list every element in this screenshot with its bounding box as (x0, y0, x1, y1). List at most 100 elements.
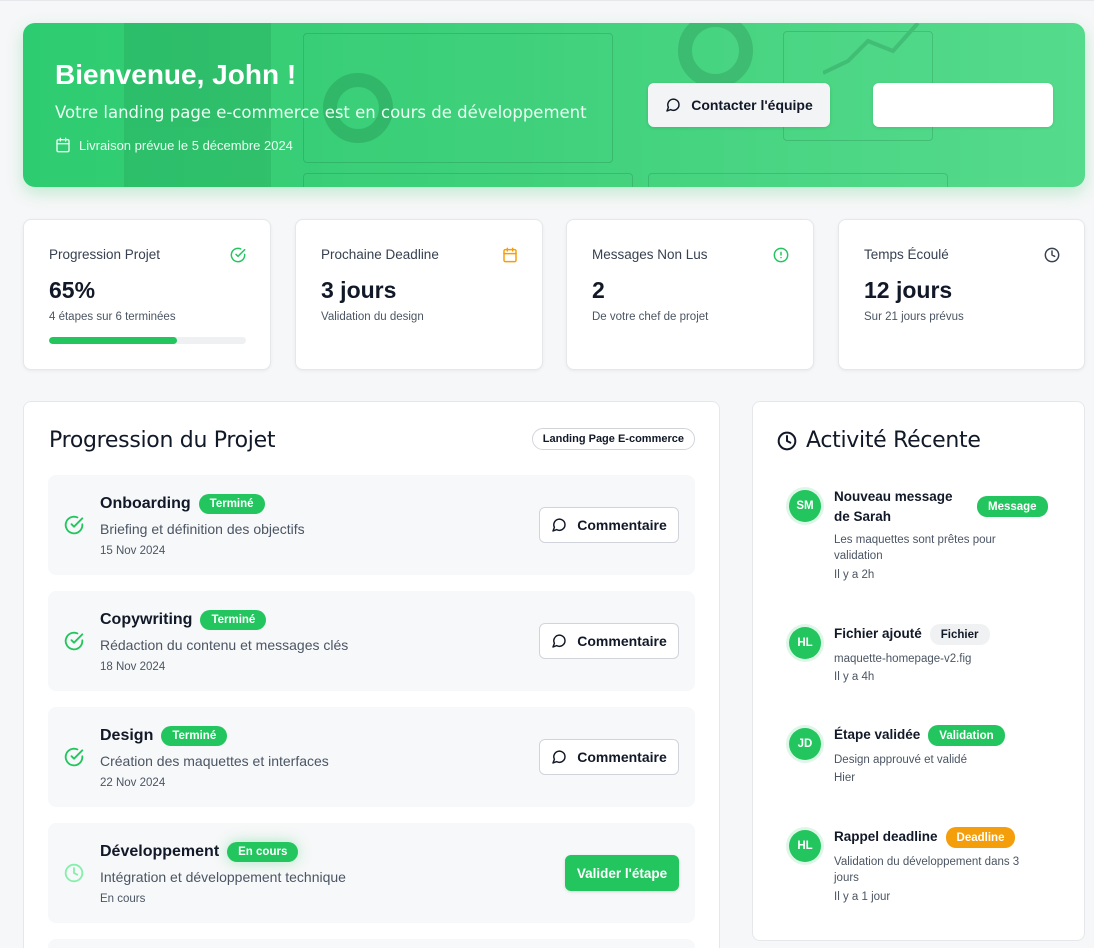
step-name: Copywriting (100, 611, 193, 628)
status-badge: Terminé (161, 726, 228, 746)
activity-time: Hier (834, 772, 856, 784)
project-progress-panel: Progression du Projet Landing Page E-com… (23, 401, 720, 948)
message-circle-icon (551, 633, 567, 649)
step-description: Briefing et définition des objectifs (100, 521, 305, 537)
step-copywriting: Copywriting Terminé Rédaction du contenu… (48, 591, 695, 691)
status-badge: En cours (227, 842, 299, 862)
contact-team-button[interactable]: Contacter l'équipe (648, 83, 830, 127)
delivery-date: Livraison prévue le 5 décembre 2024 (55, 137, 293, 153)
comment-button[interactable]: Commentaire (539, 507, 679, 543)
activity-description: maquette-homepage-v2.fig (834, 653, 972, 665)
stat-title: Prochaine Deadline (321, 247, 439, 262)
project-type-tag: Landing Page E-commerce (531, 428, 695, 450)
activity-title: Fichier ajouté (834, 626, 922, 641)
step-name: Développement (100, 843, 220, 860)
delivery-date-text: Livraison prévue le 5 décembre 2024 (79, 137, 293, 153)
stat-value: 2 (592, 277, 605, 303)
activity-time: Il y a 1 jour (834, 891, 891, 903)
calendar-icon (502, 247, 518, 263)
step-development: Développement En cours Intégration et dé… (48, 823, 695, 923)
activity-description: Design approuvé et validé (834, 754, 967, 766)
avatar: HL (789, 627, 821, 659)
step-date: 22 Nov 2024 (100, 777, 166, 789)
avatar: SM (789, 490, 821, 522)
step-design: Design Terminé Création des maquettes et… (48, 707, 695, 807)
recent-activity-header: Activité Récente (777, 428, 981, 453)
step-date: 18 Nov 2024 (100, 661, 166, 673)
activity-item[interactable]: HL Rappel deadline Deadline Validation d… (789, 827, 1059, 917)
activity-title: Étape validée (834, 727, 921, 742)
step-date: 15 Nov 2024 (100, 545, 166, 557)
activity-item[interactable]: HL Fichier ajouté Fichier maquette-homep… (789, 624, 1059, 694)
comment-label: Commentaire (577, 749, 667, 765)
step-description: Intégration et développement technique (100, 869, 346, 885)
step-header: Onboarding Terminé (100, 494, 265, 514)
check-circle-icon (64, 515, 84, 535)
stat-card-messages: Messages Non Lus 2 De votre chef de proj… (566, 219, 814, 370)
project-progress-title: Progression du Projet (49, 428, 276, 453)
activity-header: Rappel deadline Deadline (834, 827, 1059, 848)
stat-description: Validation du design (321, 311, 424, 323)
comment-button[interactable]: Commentaire (539, 623, 679, 659)
comment-label: Commentaire (577, 633, 667, 649)
activity-description: Les maquettes sont prêtes pour validatio… (834, 534, 996, 562)
stat-value: 65% (49, 277, 96, 303)
step-description: Création des maquettes et interfaces (100, 753, 329, 769)
message-circle-icon (665, 97, 681, 113)
step-header: Design Terminé (100, 726, 228, 746)
stat-card-deadline: Prochaine Deadline 3 jours Validation du… (295, 219, 543, 370)
activity-badge: Message (977, 496, 1048, 517)
step-date: En cours (100, 893, 146, 905)
stat-description: Sur 21 jours prévus (864, 311, 964, 323)
welcome-title: Bienvenue, John ! (55, 59, 297, 90)
clock-icon (64, 863, 84, 883)
top-divider (0, 0, 1094, 1)
status-badge: Terminé (200, 610, 267, 630)
welcome-banner: Bienvenue, John ! Votre landing page e-c… (23, 23, 1085, 187)
activity-badge: Fichier (929, 624, 990, 645)
check-circle-icon (64, 631, 84, 651)
check-circle-icon (230, 247, 246, 263)
alert-circle-icon (773, 247, 789, 263)
activity-time: Il y a 4h (834, 671, 875, 683)
activity-title: Rappel deadline (834, 829, 938, 844)
contact-team-label: Contacter l'équipe (691, 97, 813, 113)
activity-title: Nouveau message de Sarah (834, 489, 953, 524)
stat-card-progress: Progression Projet 65% 4 étapes sur 6 te… (23, 219, 271, 370)
message-circle-icon (551, 749, 567, 765)
step-next (48, 939, 695, 948)
stat-description: De votre chef de projet (592, 311, 709, 323)
progress-bar (49, 337, 246, 344)
welcome-subtitle: Votre landing page e-commerce est en cou… (55, 103, 587, 122)
stat-title: Messages Non Lus (592, 247, 708, 262)
activity-header: Nouveau message de Sarah Message (834, 487, 1059, 527)
stat-title: Progression Projet (49, 247, 161, 262)
stat-description: 4 étapes sur 6 terminées (49, 311, 176, 323)
status-badge: Terminé (198, 494, 265, 514)
comment-button[interactable]: Commentaire (539, 739, 679, 775)
step-description: Rédaction du contenu et messages clés (100, 637, 349, 653)
avatar: HL (789, 830, 821, 862)
step-onboarding: Onboarding Terminé Briefing et définitio… (48, 475, 695, 575)
recent-activity-panel: Activité Récente SM Nouveau message de S… (752, 401, 1085, 941)
stat-value: 3 jours (321, 277, 397, 303)
clock-icon (1044, 247, 1060, 263)
progress-bar-fill (49, 337, 178, 344)
stat-title: Temps Écoulé (864, 247, 949, 262)
step-header: Développement En cours (100, 842, 299, 862)
recent-activity-title: Activité Récente (806, 428, 981, 453)
secondary-action-button[interactable] (873, 83, 1053, 127)
activity-description: Validation du développement dans 3 jours (834, 856, 1020, 884)
step-name: Onboarding (100, 495, 191, 512)
activity-item[interactable]: JD Étape validée Validation Design appro… (789, 725, 1059, 795)
activity-badge: Validation (928, 725, 1005, 746)
stat-card-time: Temps Écoulé 12 jours Sur 21 jours prévu… (838, 219, 1085, 370)
activity-badge: Deadline (945, 827, 1016, 848)
step-header: Copywriting Terminé (100, 610, 267, 630)
validate-step-button[interactable]: Valider l'étape (565, 855, 679, 891)
activity-item[interactable]: SM Nouveau message de Sarah Message Les … (789, 487, 1059, 587)
clock-icon (777, 431, 797, 451)
check-circle-icon (64, 747, 84, 767)
message-circle-icon (551, 517, 567, 533)
activity-time: Il y a 2h (834, 569, 875, 581)
